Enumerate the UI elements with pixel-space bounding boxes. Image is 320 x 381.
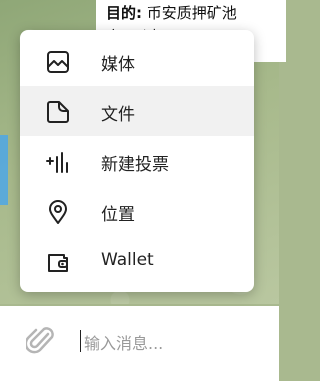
menu-item-label: 新建投票 bbox=[101, 155, 169, 175]
chat-accent-strip bbox=[0, 135, 8, 205]
menu-item-label: 媒体 bbox=[101, 55, 135, 75]
message-composer: 输入消息... bbox=[0, 306, 279, 381]
purpose-text: 币安质押矿池 bbox=[142, 4, 237, 22]
poll-icon bbox=[46, 152, 68, 173]
image-icon bbox=[47, 51, 69, 73]
menu-item-label: Wallet bbox=[101, 250, 154, 270]
text-cursor bbox=[80, 330, 81, 352]
menu-item-wallet[interactable]: Wallet bbox=[20, 236, 254, 286]
menu-item-label: 文件 bbox=[101, 105, 135, 125]
wallet-icon bbox=[48, 254, 68, 272]
menu-item-label: 位置 bbox=[101, 205, 135, 225]
attachment-menu: 媒体 文件 新建投票 位置 Wallet bbox=[20, 30, 254, 292]
location-pin-icon bbox=[49, 200, 67, 224]
file-icon bbox=[47, 101, 69, 123]
menu-item-location[interactable]: 位置 bbox=[20, 186, 254, 236]
menu-item-file[interactable]: 文件 bbox=[20, 86, 254, 136]
menu-item-media[interactable]: 媒体 bbox=[20, 36, 254, 86]
menu-item-poll[interactable]: 新建投票 bbox=[20, 136, 254, 186]
message-line-1: 目的: 币安质押矿池 bbox=[106, 2, 237, 23]
paperclip-icon[interactable] bbox=[26, 324, 56, 358]
message-input[interactable]: 输入消息... bbox=[84, 330, 163, 354]
purpose-label: 目的: bbox=[106, 4, 142, 22]
